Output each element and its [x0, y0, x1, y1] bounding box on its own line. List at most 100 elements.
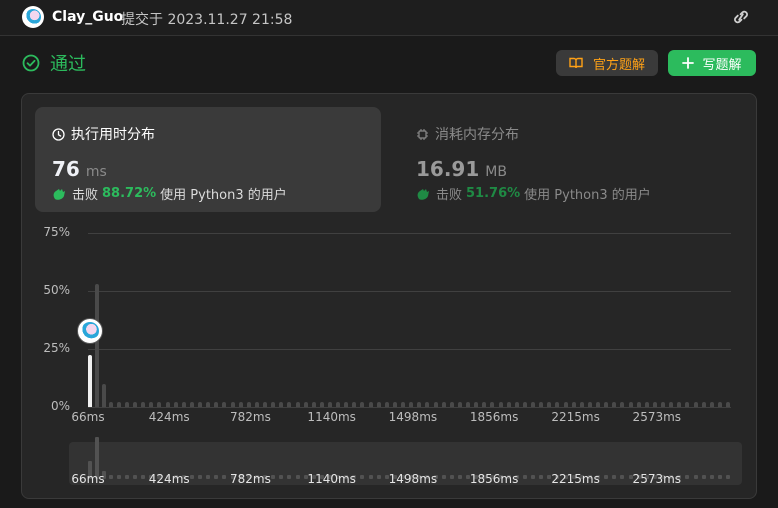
my-runtime-bar[interactable] [88, 354, 93, 407]
distribution-bar[interactable] [222, 402, 227, 407]
distribution-bar[interactable] [287, 402, 292, 407]
distribution-bar[interactable] [620, 402, 625, 407]
distribution-bar[interactable] [612, 402, 617, 407]
distribution-bar[interactable] [685, 402, 690, 407]
memory-card[interactable]: 消耗内存分布 16.91 MB 击败 51.76% 使用 Python3 的用户 [399, 107, 745, 212]
distribution-bar[interactable] [644, 402, 649, 407]
user-avatar[interactable] [22, 6, 44, 28]
minimap-bar [709, 475, 714, 479]
distribution-bar[interactable] [547, 402, 552, 407]
distribution-bar[interactable] [441, 402, 446, 407]
distribution-bar[interactable] [368, 402, 373, 407]
minimap-x-label: 782ms [230, 472, 271, 486]
distribution-bar[interactable] [344, 402, 349, 407]
distribution-bar[interactable] [246, 402, 251, 407]
distribution-bar[interactable] [514, 402, 519, 407]
distribution-bar[interactable] [709, 402, 714, 407]
distribution-bar[interactable] [360, 402, 365, 407]
distribution-bar[interactable] [108, 402, 113, 407]
distribution-bar[interactable] [409, 402, 414, 407]
minimap-x-label: 1856ms [469, 472, 519, 486]
distribution-bar[interactable] [392, 402, 397, 407]
distribution-bar[interactable] [181, 402, 186, 407]
distribution-bar[interactable] [652, 402, 657, 407]
distribution-bar[interactable] [498, 402, 503, 407]
distribution-bar[interactable] [327, 402, 332, 407]
distribution-bar[interactable] [401, 402, 406, 407]
distribution-bar[interactable] [433, 402, 438, 407]
distribution-bar[interactable] [579, 402, 584, 407]
distribution-bar[interactable] [466, 402, 471, 407]
runtime-card[interactable]: 执行用时分布 76 ms 击败 88.72% 使用 Python3 的用户 [35, 107, 381, 212]
distribution-bar[interactable] [124, 402, 129, 407]
distribution-bar[interactable] [157, 402, 162, 407]
distribution-bar[interactable] [555, 402, 560, 407]
distribution-bar[interactable] [133, 402, 138, 407]
distribution-bar[interactable] [141, 402, 146, 407]
distribution-bar[interactable] [230, 402, 235, 407]
distribution-bar[interactable] [449, 402, 454, 407]
distribution-bar[interactable] [279, 402, 284, 407]
distribution-bar[interactable] [717, 402, 722, 407]
distribution-bar[interactable] [628, 402, 633, 407]
distribution-bar[interactable] [384, 402, 389, 407]
distribution-bar[interactable] [198, 402, 203, 407]
distribution-bar[interactable] [263, 402, 268, 407]
distribution-bar[interactable] [95, 284, 100, 407]
distribution-bar[interactable] [669, 402, 674, 407]
distribution-bar[interactable] [376, 402, 381, 407]
y-gridline [88, 233, 731, 234]
distribution-bar[interactable] [352, 402, 357, 407]
plus-icon [682, 57, 695, 69]
chart-range-minimap[interactable]: 66ms 424ms 782ms 1140ms 1498ms 1856ms 2215ms 25… [69, 436, 742, 486]
distribution-bar[interactable] [482, 402, 487, 407]
distribution-bar[interactable] [149, 402, 154, 407]
minimap-x-label: 1498ms [388, 472, 438, 486]
distribution-bar[interactable] [457, 402, 462, 407]
link-icon[interactable] [730, 8, 752, 26]
y-tick-label: 25% [43, 341, 70, 355]
minimap-bar [271, 475, 276, 479]
distribution-bar[interactable] [677, 402, 682, 407]
distribution-bar[interactable] [271, 402, 276, 407]
distribution-bar[interactable] [563, 402, 568, 407]
distribution-bar[interactable] [311, 402, 316, 407]
distribution-bar[interactable] [254, 402, 259, 407]
distribution-bar[interactable] [701, 402, 706, 407]
distribution-bar[interactable] [474, 402, 479, 407]
distribution-bar[interactable] [189, 402, 194, 407]
minimap-bar [124, 475, 129, 479]
write-solution-button[interactable]: 写题解 [668, 50, 756, 76]
distribution-bar[interactable] [319, 402, 324, 407]
distribution-bar[interactable] [116, 402, 121, 407]
official-solution-button[interactable]: 官方题解 [556, 50, 658, 76]
distribution-bar[interactable] [303, 402, 308, 407]
distribution-bar[interactable] [604, 402, 609, 407]
distribution-bar[interactable] [417, 402, 422, 407]
distribution-bar[interactable] [506, 402, 511, 407]
distribution-bar[interactable] [238, 402, 243, 407]
distribution-bar[interactable] [165, 402, 170, 407]
my-submission-avatar-marker[interactable] [77, 317, 104, 344]
distribution-bar[interactable] [522, 402, 527, 407]
distribution-bar[interactable] [206, 402, 211, 407]
distribution-bar[interactable] [101, 383, 106, 407]
distribution-bar[interactable] [173, 402, 178, 407]
distribution-bar[interactable] [531, 402, 536, 407]
distribution-bar[interactable] [490, 402, 495, 407]
distribution-bar[interactable] [661, 402, 666, 407]
distribution-bar[interactable] [636, 402, 641, 407]
distribution-bar[interactable] [425, 402, 430, 407]
distribution-bar[interactable] [539, 402, 544, 407]
distribution-bar[interactable] [295, 402, 300, 407]
distribution-bar[interactable] [571, 402, 576, 407]
distribution-bar[interactable] [596, 402, 601, 407]
distribution-bar[interactable] [214, 402, 219, 407]
distribution-bar[interactable] [587, 402, 592, 407]
username[interactable]: Clay_Guo [52, 9, 123, 25]
distribution-bar[interactable] [726, 402, 730, 407]
minimap-bar [693, 475, 698, 479]
distribution-bar[interactable] [336, 402, 341, 407]
memory-beats-pct: 51.76% [466, 186, 521, 201]
distribution-bar[interactable] [693, 402, 698, 407]
